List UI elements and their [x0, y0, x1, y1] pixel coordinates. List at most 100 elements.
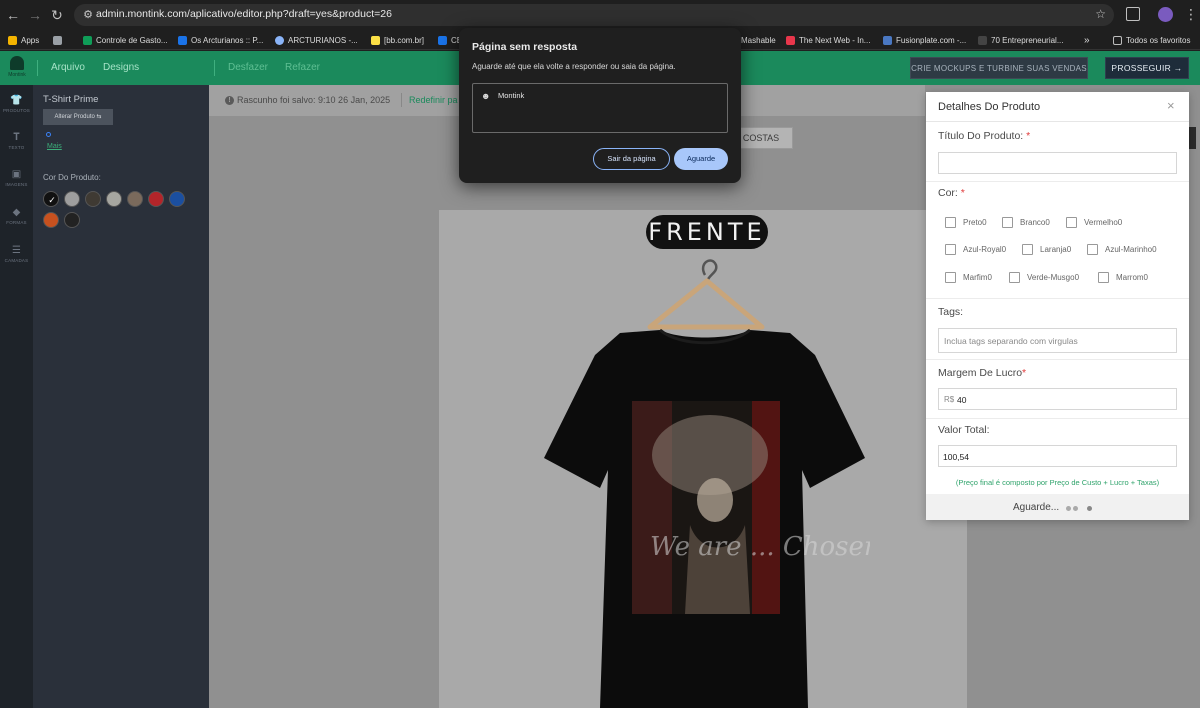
rail-products[interactable]: 👕 PRODUTOS	[0, 95, 33, 113]
color-swatch[interactable]	[127, 191, 143, 207]
image-icon: ▣	[11, 169, 22, 180]
product-title-label: Título Do Produto: *	[938, 130, 1030, 142]
redo-button[interactable]: Refazer	[285, 62, 320, 73]
bookmark-apps[interactable]: Apps	[8, 33, 39, 47]
product-details-panel: Detalhes Do Produto × Título Do Produto:…	[926, 92, 1189, 520]
header-divider	[214, 60, 215, 76]
bookmark-label: Os Arcturianos :: P...	[191, 35, 264, 45]
checkbox-box[interactable]	[1002, 217, 1013, 228]
color-swatch[interactable]	[43, 212, 59, 228]
checkbox-box[interactable]	[945, 217, 956, 228]
rail-label: TEXTO	[8, 145, 25, 150]
menu-designs[interactable]: Designs	[103, 62, 139, 73]
color-swatch[interactable]: ✓	[43, 191, 59, 207]
bookmark-item[interactable]: Fusionplate.com -...	[883, 33, 966, 47]
bookmark-label: Apps	[21, 35, 40, 45]
header-divider	[37, 60, 38, 76]
undo-button[interactable]: Desfazer	[228, 62, 268, 73]
color-swatch[interactable]	[106, 191, 122, 207]
all-bookmarks[interactable]: Todos os favoritos	[1113, 33, 1190, 47]
color-swatch[interactable]	[64, 191, 80, 207]
profit-margin-value: 40	[957, 395, 967, 405]
total-value-input[interactable]	[938, 445, 1177, 467]
rail-label: PRODUTOS	[2, 108, 31, 113]
bookmark-item[interactable]: Mashable	[741, 33, 776, 47]
color-swatch[interactable]	[64, 212, 80, 228]
profit-margin-input[interactable]	[938, 388, 1177, 410]
tags-label: Tags:	[938, 306, 964, 318]
bookmark-grid[interactable]	[53, 33, 62, 47]
proceed-button[interactable]: PROSSEGUIR →	[1105, 57, 1189, 79]
color-swatch[interactable]	[85, 191, 101, 207]
more-bookmarks-button[interactable]: »	[1084, 33, 1090, 47]
change-product-button[interactable]: Alterar Produto ⇆	[43, 109, 113, 125]
tshirt-mockup[interactable]: We are ... Chosen	[540, 255, 870, 708]
color-checkbox[interactable]: Laranja0	[1022, 244, 1071, 255]
more-link[interactable]: Mais	[47, 143, 62, 150]
wait-button[interactable]: Aguarde	[674, 148, 728, 170]
label-text: Cor:	[938, 187, 958, 199]
rail-images[interactable]: ▣ IMAGENS	[0, 169, 33, 187]
color-swatch[interactable]	[169, 191, 185, 207]
color-checkbox[interactable]: Marrom0	[1098, 272, 1148, 283]
create-mockups-button[interactable]: CRIE MOCKUPS E TURBINE SUAS VENDAS	[910, 57, 1088, 79]
reset-link[interactable]: Redefinir pa	[409, 95, 458, 105]
menu-arquivo[interactable]: Arquivo	[51, 62, 85, 73]
close-icon[interactable]: ×	[1167, 98, 1175, 113]
site-settings-icon[interactable]: ⚙	[80, 7, 96, 23]
profile-avatar[interactable]	[1158, 7, 1173, 22]
product-title: T-Shirt Prime	[43, 94, 99, 105]
color-checkbox[interactable]: Verde-Musgo0	[1009, 272, 1079, 283]
bookmark-star-icon[interactable]: ☆	[1095, 7, 1106, 21]
loading-text: Aguarde...	[1013, 502, 1060, 513]
checkbox-label: Azul-Marinho0	[1105, 245, 1157, 254]
color-checkbox[interactable]: Vermelho0	[1066, 217, 1122, 228]
artwork-script-text: We are ... Chosen	[650, 532, 870, 562]
checkbox-box[interactable]	[1009, 272, 1020, 283]
bookmark-item[interactable]: Controle de Gasto...	[83, 33, 168, 47]
checkbox-box[interactable]	[1022, 244, 1033, 255]
logo-text: Montink	[8, 72, 26, 78]
checkbox-box[interactable]	[1098, 272, 1109, 283]
color-checkbox[interactable]: Marfim0	[945, 272, 992, 283]
color-checkbox[interactable]: Azul-Royal0	[945, 244, 1006, 255]
bookmark-item[interactable]: The Next Web - In...	[786, 33, 870, 47]
color-checkbox[interactable]: Azul-Marinho0	[1087, 244, 1157, 255]
back-icon[interactable]: ←	[4, 6, 22, 24]
montink-logo[interactable]: Montink	[6, 56, 28, 80]
info-icon: !	[225, 96, 234, 105]
exit-page-button[interactable]: Sair da página	[593, 148, 670, 170]
tags-input[interactable]	[938, 328, 1177, 353]
color-checkbox[interactable]: Preto0	[945, 217, 987, 228]
rail-label: CAMADAS	[4, 258, 29, 263]
forward-icon[interactable]: →	[26, 6, 44, 24]
rail-text[interactable]: 𝐓 TEXTO	[0, 132, 33, 150]
checkbox-box[interactable]	[945, 272, 956, 283]
checkbox-box[interactable]	[1087, 244, 1098, 255]
checkbox-box[interactable]	[1066, 217, 1077, 228]
rail-shapes[interactable]: ◆ FORMAS	[0, 207, 33, 225]
divider	[926, 181, 1189, 182]
rail-layers[interactable]: ☰ CAMADAS	[0, 245, 33, 263]
address-bar[interactable]: ⚙ admin.montink.com/aplicativo/editor.ph…	[74, 4, 1114, 26]
product-panel: T-Shirt Prime Alterar Produto ⇆ Mais Cor…	[33, 85, 209, 708]
bookmark-item[interactable]: [bb.com.br]	[371, 33, 424, 47]
checkbox-label: Vermelho0	[1084, 218, 1123, 227]
color-checkbox[interactable]: Branco0	[1002, 217, 1050, 228]
bookmark-item[interactable]: 70 Entrepreneurial...	[978, 33, 1064, 47]
product-color-label: Cor Do Produto:	[43, 173, 101, 182]
bookmark-item[interactable]: ARCTURIANOS -...	[275, 33, 358, 47]
reload-icon[interactable]: ↻	[48, 6, 66, 24]
color-swatch[interactable]	[148, 191, 164, 207]
option-radio[interactable]	[46, 132, 51, 137]
checkbox-box[interactable]	[945, 244, 956, 255]
product-title-input[interactable]	[938, 152, 1177, 174]
url-text: admin.montink.com/aplicativo/editor.php?…	[96, 8, 392, 20]
globe-icon	[275, 35, 284, 45]
extensions-icon[interactable]	[1126, 7, 1140, 21]
bookmark-item[interactable]: Os Arcturianos :: P...	[178, 33, 263, 47]
front-side-label[interactable]: FRENTE	[646, 215, 768, 249]
total-value: 100,54	[943, 452, 969, 462]
shapes-icon: ◆	[12, 207, 21, 218]
browser-menu-icon[interactable]: ⋮	[1184, 5, 1198, 23]
